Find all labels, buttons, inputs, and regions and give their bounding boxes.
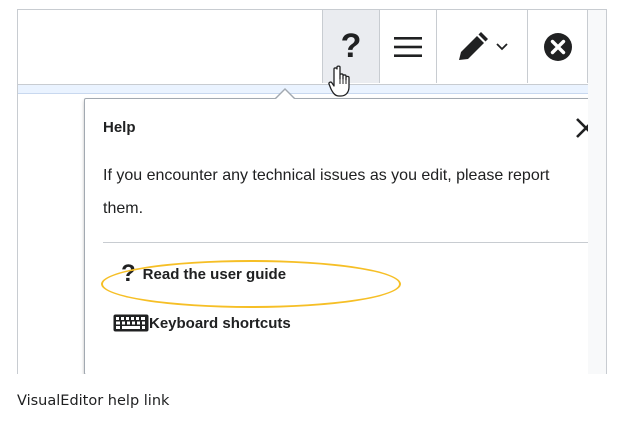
close-editor-button[interactable]	[527, 10, 588, 83]
switch-editor-button[interactable]	[436, 10, 527, 83]
editor-toolbar: ?	[18, 10, 588, 85]
hamburger-menu-icon	[394, 36, 422, 57]
close-x-icon	[576, 118, 588, 138]
close-circle-icon	[543, 32, 572, 61]
toolbar-shadow-strip	[18, 85, 588, 94]
page-options-button[interactable]	[379, 10, 436, 83]
screenshot-area: ? Help If you encounter any technical is…	[18, 10, 588, 374]
pencil-icon	[459, 31, 488, 60]
popup-close-button[interactable]	[571, 113, 588, 143]
highlight-ellipse	[101, 260, 401, 308]
popup-message: If you encounter any technical issues as…	[103, 167, 550, 217]
help-popup: Help If you encounter any technical issu…	[84, 98, 588, 374]
chevron-down-icon	[496, 42, 508, 50]
question-mark-icon: ?	[340, 27, 362, 65]
popup-divider	[103, 242, 588, 243]
figure-caption: VisualEditor help link	[17, 393, 170, 409]
popup-caret-inner	[275, 90, 295, 100]
keyboard-shortcuts-link[interactable]: Keyboard shortcuts	[113, 314, 291, 332]
popup-title: Help	[103, 119, 136, 136]
hand-pointer-cursor-icon	[328, 65, 358, 104]
keyboard-shortcuts-link-label: Keyboard shortcuts	[149, 314, 291, 332]
keyboard-icon	[113, 314, 149, 332]
